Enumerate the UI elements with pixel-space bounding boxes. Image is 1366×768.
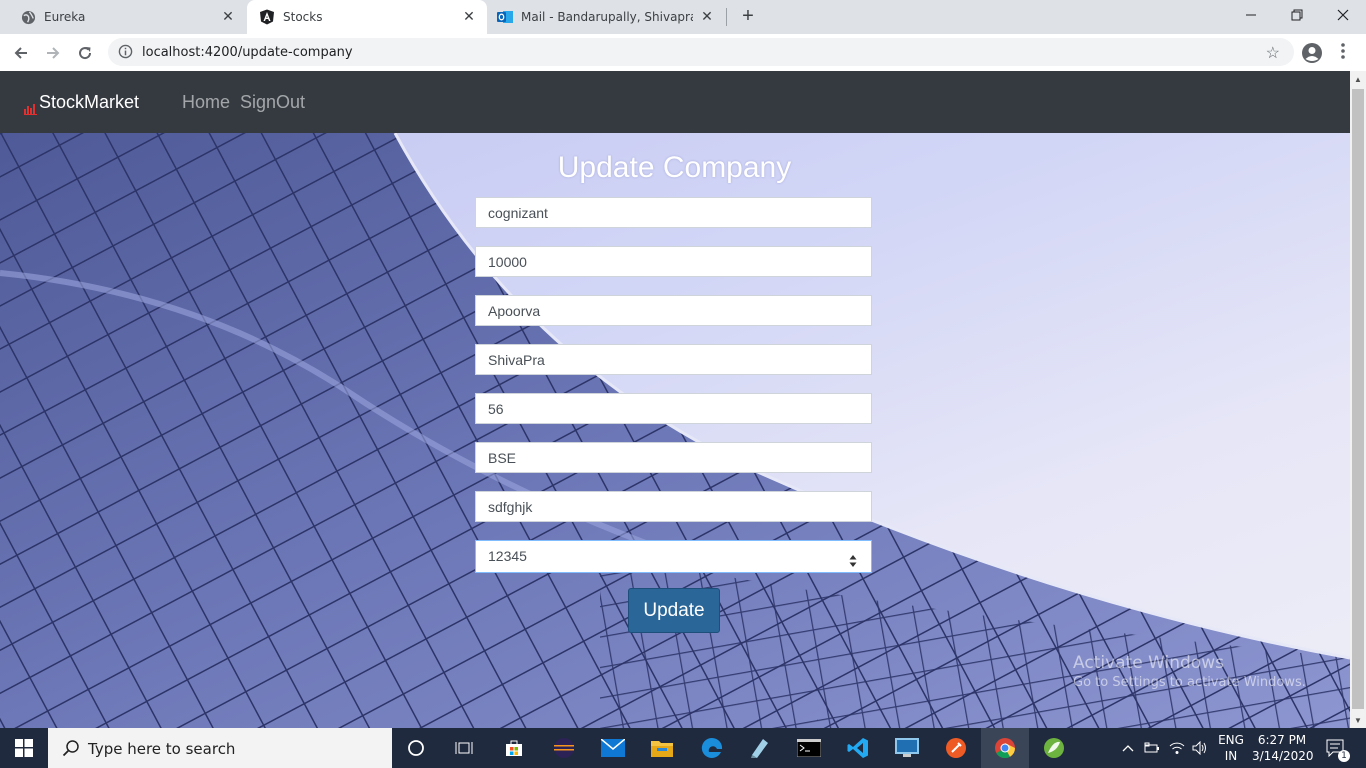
new-tab-icon[interactable]: + [736, 5, 760, 29]
store-icon[interactable] [490, 728, 538, 768]
tab-stocks[interactable]: Stocks ✕ [247, 0, 487, 34]
volume-icon[interactable] [1192, 728, 1208, 768]
language-code: ENG [1218, 733, 1244, 747]
remote-desktop-icon[interactable] [883, 728, 931, 768]
clock-date: 3/14/2020 [1252, 749, 1314, 763]
edge-icon[interactable] [688, 728, 736, 768]
bookmark-star-icon[interactable]: ☆ [1266, 43, 1280, 63]
directors-field[interactable] [475, 344, 872, 375]
minimize-icon[interactable] [1228, 0, 1274, 30]
file-explorer-icon[interactable] [638, 728, 686, 768]
tab-title: Eureka [44, 10, 86, 24]
windows-logo-icon [15, 739, 33, 757]
notification-center-icon[interactable]: 1 [1324, 728, 1350, 768]
url-text: localhost:4200/update-company [142, 45, 353, 60]
tab-separator [726, 8, 727, 26]
search-icon [62, 739, 80, 762]
brand-name: StockMarket [39, 92, 140, 112]
close-window-icon[interactable] [1320, 0, 1366, 30]
profile-icon[interactable] [1301, 42, 1323, 69]
outlook-icon [497, 9, 513, 25]
sector-field[interactable] [475, 393, 872, 424]
spinner-arrows-icon[interactable] [849, 549, 857, 567]
command-prompt-icon[interactable] [785, 728, 833, 768]
wifi-icon[interactable] [1169, 728, 1185, 768]
battery-network-icon[interactable] [1144, 728, 1160, 768]
ceo-field[interactable] [475, 295, 872, 326]
nav-link-signout[interactable]: SignOut [240, 92, 305, 113]
spring-tool-suite-icon[interactable] [1030, 728, 1078, 768]
back-icon[interactable] [8, 40, 34, 66]
windows-activation-watermark: Activate Windows Go to Settings to activ… [1073, 653, 1306, 690]
nav-link-home[interactable]: Home [182, 92, 230, 113]
watermark-title: Activate Windows [1073, 653, 1224, 673]
scroll-down-icon[interactable]: ▼ [1354, 716, 1362, 725]
tab-mail[interactable]: Mail - Bandarupally, Shivaprasad ✕ [487, 0, 725, 34]
language-indicator[interactable]: ENG IN [1216, 732, 1246, 764]
stock-exchange-field[interactable] [475, 442, 872, 473]
reload-icon[interactable] [72, 40, 98, 66]
mail-icon[interactable] [589, 728, 637, 768]
notepad-icon[interactable] [736, 728, 784, 768]
taskbar-clock[interactable]: 6:27 PM 3/14/2020 [1252, 732, 1314, 764]
taskbar-search[interactable]: Type here to search [48, 728, 392, 768]
tray-chevron-icon[interactable] [1122, 728, 1134, 768]
info-icon[interactable] [118, 44, 133, 64]
globe-icon [20, 9, 36, 25]
cortana-icon[interactable] [392, 728, 440, 768]
tab-title: Mail - Bandarupally, Shivaprasad [521, 10, 693, 24]
brief-field[interactable] [475, 491, 872, 522]
clock-time: 6:27 PM [1257, 733, 1307, 747]
windows-taskbar: Type here to search ENG IN 6:27 PM 3/14/… [0, 728, 1366, 768]
menu-kebab-icon[interactable] [1340, 42, 1346, 65]
start-button[interactable] [0, 728, 48, 768]
vscode-icon[interactable] [834, 728, 882, 768]
bar-chart-icon [24, 99, 38, 115]
address-bar[interactable]: localhost:4200/update-company ☆ [108, 38, 1294, 66]
eclipse-icon[interactable] [540, 728, 588, 768]
task-view-icon[interactable] [440, 728, 488, 768]
notification-count-badge: 1 [1338, 750, 1350, 762]
brand-link[interactable]: StockMarket [24, 92, 140, 115]
company-code-value: 12345 [488, 548, 527, 564]
forward-icon[interactable] [40, 40, 66, 66]
browser-toolbar: localhost:4200/update-company ☆ [0, 34, 1366, 72]
company-code-stepper[interactable]: 12345 [475, 540, 872, 573]
turnover-field[interactable] [475, 246, 872, 277]
chrome-icon[interactable] [981, 728, 1029, 768]
region-code: IN [1224, 749, 1238, 763]
tab-eureka[interactable]: Eureka ✕ [0, 0, 246, 34]
tab-title: Stocks [283, 10, 323, 24]
tab-close-icon[interactable]: ✕ [461, 9, 477, 25]
update-button[interactable]: Update [628, 588, 720, 633]
tab-close-icon[interactable]: ✕ [220, 9, 236, 25]
watermark-subtitle: Go to Settings to activate Windows. [1073, 675, 1306, 690]
page-scrollbar[interactable]: ▲ ▼ [1350, 71, 1366, 728]
page-title: Update Company [557, 151, 792, 184]
search-placeholder: Type here to search [88, 740, 236, 758]
postman-icon[interactable] [932, 728, 980, 768]
angular-icon [259, 9, 275, 25]
scrollbar-thumb[interactable] [1352, 89, 1364, 709]
company-name-field[interactable] [475, 197, 872, 228]
restore-icon[interactable] [1274, 0, 1320, 30]
page-viewport: StockMarket Home SignOut Update Company … [0, 71, 1350, 728]
browser-tab-strip: Eureka ✕ Stocks ✕ Mail - Bandarupally, S… [0, 0, 1366, 34]
tab-close-icon[interactable]: ✕ [699, 9, 715, 25]
app-navbar: StockMarket Home SignOut [0, 71, 1350, 133]
scroll-up-icon[interactable]: ▲ [1354, 75, 1362, 84]
